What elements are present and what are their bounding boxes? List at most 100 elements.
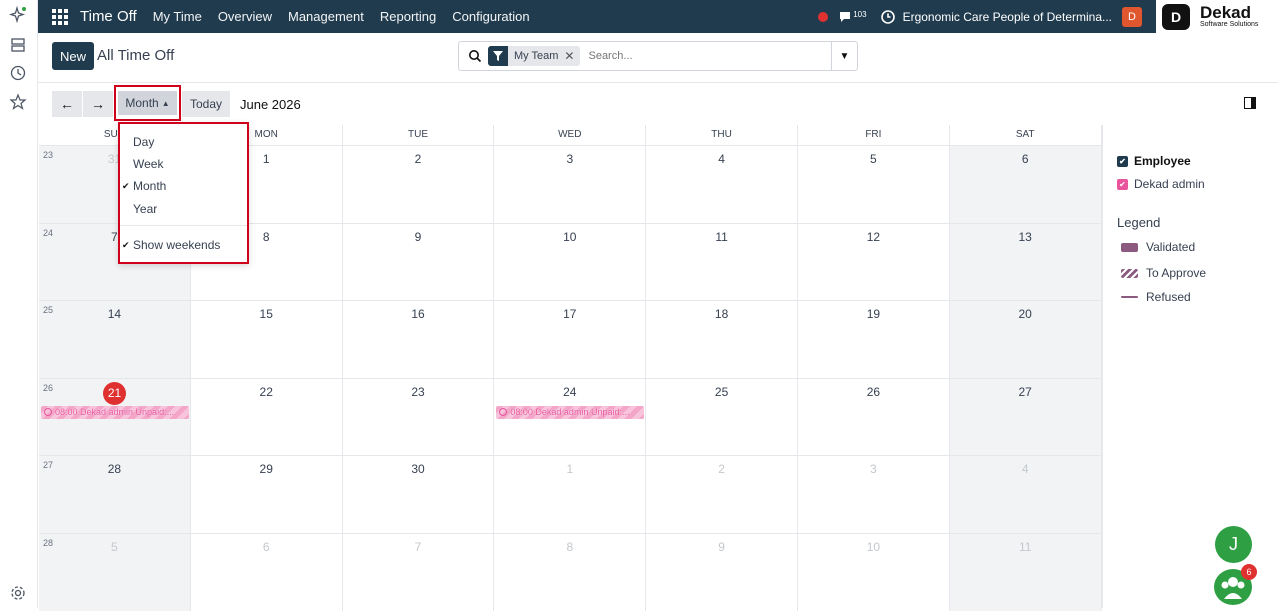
day-cell[interactable]: 20 (949, 301, 1102, 378)
day-cell[interactable]: 23 (343, 378, 495, 456)
next-button[interactable]: → (83, 91, 113, 117)
day-cell[interactable]: 16 (343, 301, 495, 378)
user-j-avatar-button[interactable]: J (1215, 526, 1252, 563)
facet-remove-icon[interactable]: ✕ (564, 49, 580, 63)
day-cell[interactable]: 9 (343, 223, 495, 301)
day-number: 4 (718, 152, 725, 166)
day-cell[interactable]: 2 (343, 146, 495, 223)
search-icon[interactable] (468, 49, 482, 63)
menu-overview[interactable]: Overview (218, 9, 272, 24)
day-number: 23 (411, 384, 425, 399)
day-cell[interactable]: 11 (949, 533, 1102, 611)
day-cell[interactable]: 30 (343, 456, 495, 533)
day-cell[interactable]: 3 (798, 456, 950, 533)
user-avatar[interactable]: D (1122, 6, 1142, 27)
day-cell[interactable]: 7 (343, 533, 495, 611)
brand-logo: D Dekad Software Solutions (1156, 0, 1278, 33)
filter-employee-header[interactable]: ✔ Employee (1117, 154, 1191, 168)
menu-configuration[interactable]: Configuration (452, 9, 529, 24)
day-cell[interactable]: 17 (494, 301, 647, 378)
day-cell[interactable]: 28 5 (39, 533, 191, 611)
day-cell[interactable]: 6 (949, 146, 1102, 223)
day-cell[interactable]: 4 (949, 456, 1102, 533)
search-bar[interactable]: My Team ✕ ▼ (458, 41, 858, 71)
day-cell[interactable]: 26 21 08:00 Dekad admin Unpaid:... (39, 378, 191, 456)
day-number: 13 (1018, 229, 1032, 244)
settings-gear-icon[interactable] (9, 584, 27, 602)
page-title: All Time Off (97, 47, 175, 64)
day-cell[interactable]: 10 (798, 533, 950, 611)
brand-logo-icon: D (1162, 3, 1190, 30)
clock-icon[interactable] (9, 64, 27, 82)
day-number: 20 (1018, 307, 1032, 322)
search-input[interactable] (588, 50, 819, 62)
menu-reporting[interactable]: Reporting (380, 9, 436, 24)
scale-option-year[interactable]: Year (133, 202, 157, 216)
day-number: 2 (414, 152, 422, 166)
day-cell[interactable]: 4 (646, 146, 798, 223)
scale-option-day[interactable]: Day (133, 135, 154, 149)
day-cell[interactable]: 25 14 (39, 301, 191, 378)
day-number: 6 (262, 539, 270, 554)
day-cell[interactable]: 8 (494, 533, 647, 611)
chat-button[interactable]: 103 (838, 10, 867, 23)
day-cell[interactable]: 1 (494, 456, 647, 533)
day-cell[interactable]: 27 28 (39, 456, 191, 533)
new-button[interactable]: New (52, 42, 94, 70)
day-number: 17 (563, 307, 577, 322)
search-options-toggle[interactable]: ▼ (831, 42, 857, 70)
day-cell[interactable]: 29 (191, 456, 343, 533)
today-button[interactable]: Today (182, 91, 230, 117)
day-cell[interactable]: 3 (494, 146, 647, 223)
star-icon[interactable] (9, 93, 27, 111)
menu-management[interactable]: Management (288, 9, 364, 24)
apps-grid-icon[interactable] (52, 8, 68, 25)
day-cell[interactable]: 26 (798, 378, 950, 456)
day-number: 11 (715, 229, 728, 244)
day-cell[interactable]: 13 (949, 223, 1102, 301)
side-panel-toggle-icon[interactable] (1244, 97, 1256, 109)
event-status-icon (499, 408, 508, 417)
day-cell[interactable]: 11 (646, 223, 798, 301)
legend-label: Refused (1146, 290, 1191, 304)
menu-my-time[interactable]: My Time (153, 9, 202, 24)
day-cell[interactable]: 15 (191, 301, 343, 378)
activity-clock-icon[interactable] (880, 9, 895, 24)
day-cell[interactable]: 27 (949, 378, 1102, 456)
day-number: 9 (414, 229, 422, 244)
day-number: 1 (566, 462, 574, 477)
day-cell[interactable]: 19 (798, 301, 950, 378)
filter-employee-item[interactable]: ✔ Dekad admin (1117, 177, 1205, 191)
app-title[interactable]: Time Off (80, 8, 137, 25)
to-approve-swatch-icon (1121, 268, 1138, 278)
legend-label: Validated (1146, 240, 1196, 254)
scale-option-week[interactable]: Week (133, 157, 163, 171)
day-cell[interactable]: 18 (646, 301, 798, 378)
day-cell[interactable]: 10 (494, 223, 647, 301)
scale-dropdown-toggle[interactable]: Month ▲ (114, 85, 181, 121)
chat-icon (840, 12, 851, 22)
sparkle-icon[interactable] (9, 6, 27, 24)
day-cell[interactable]: 12 (798, 223, 950, 301)
day-number: 24 (563, 384, 577, 399)
day-cell[interactable]: 2 (646, 456, 798, 533)
day-cell[interactable]: 25 (646, 378, 798, 456)
day-cell[interactable]: 22 (191, 378, 343, 456)
facet-label: My Team (514, 50, 559, 62)
show-weekends-toggle[interactable]: Show weekends (133, 238, 220, 252)
day-number: 5 (111, 539, 118, 554)
day-number: 6 (1021, 152, 1029, 166)
scale-option-month[interactable]: Month (133, 179, 166, 193)
status-dot-icon[interactable] (818, 11, 829, 22)
day-cell[interactable]: 5 (798, 146, 950, 223)
week-number: 26 (43, 382, 54, 393)
week-row: 27 28 29 30 1 2 3 4 (39, 455, 1102, 533)
database-icon[interactable] (9, 36, 27, 54)
company-switcher[interactable]: Ergonomic Care People of Determina... (903, 10, 1112, 24)
previous-button[interactable]: ← (52, 91, 82, 117)
time-off-event[interactable]: 08:00 Dekad admin Unpaid:... (496, 405, 645, 419)
day-cell[interactable]: 24 08:00 Dekad admin Unpaid:... (494, 378, 647, 456)
day-cell[interactable]: 6 (191, 533, 343, 611)
day-cell[interactable]: 9 (646, 533, 798, 611)
time-off-event[interactable]: 08:00 Dekad admin Unpaid:... (41, 405, 189, 419)
